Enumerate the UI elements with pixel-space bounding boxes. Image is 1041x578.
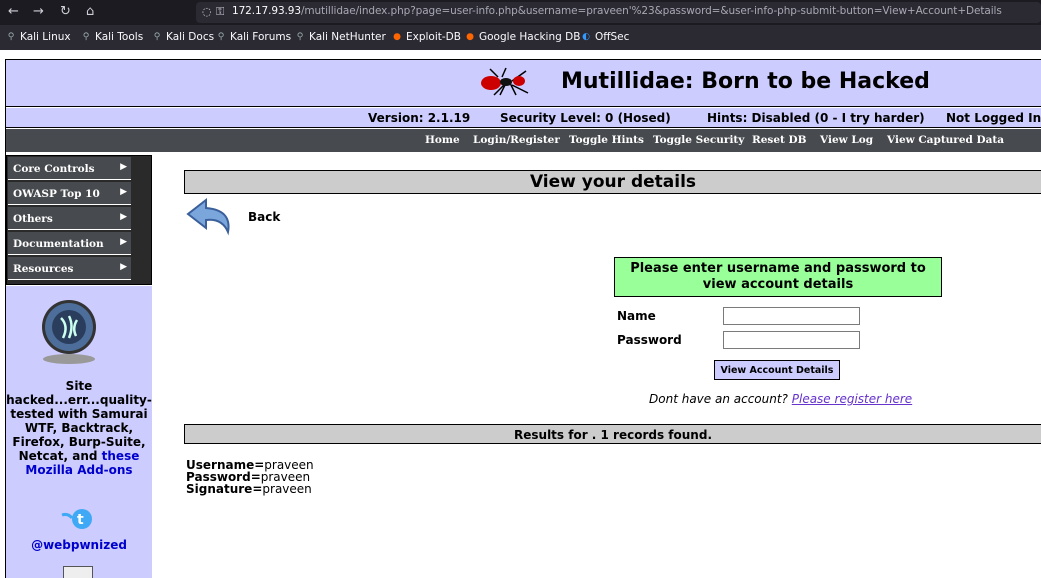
version-text: Version: 2.1.19 (368, 111, 471, 125)
site-title: Mutillidae: Born to be Hacked (561, 69, 930, 94)
sidebar-item-owasp-top-10[interactable]: OWASP Top 10 ▶ (8, 182, 131, 205)
kali-dragon-icon: ⚲ (296, 31, 304, 42)
address-bar[interactable]: ◌ ⚿ 172.17.93.93/mutillidae/index.php?pa… (196, 2, 1041, 23)
exploit-db-icon: ● (466, 31, 474, 42)
bookmark-label: Kali Forums (230, 31, 292, 43)
ant-logo-icon (481, 67, 529, 96)
password-label: Password (617, 333, 682, 347)
sidebar-item-label: OWASP Top 10 (13, 188, 100, 200)
menu-toggle-security[interactable]: Toggle Security (653, 134, 744, 146)
kali-dragon-icon: ⚲ (217, 31, 225, 42)
result-value: praveen (262, 482, 312, 496)
password-input[interactable] (723, 331, 860, 349)
offsec-icon: ◐ (582, 31, 590, 42)
page-content: Mutillidae: Born to be Hacked Version: 2… (0, 50, 1041, 578)
sidebar-menu: Core Controls ▶ OWASP Top 10 ▶ Others ▶ Doc… (6, 155, 152, 285)
exploit-db-icon: ● (393, 31, 401, 42)
chevron-right-icon: ▶ (120, 187, 127, 197)
lock-icon[interactable]: ⚿ (216, 5, 224, 19)
bookmark-kali-forums[interactable]: ⚲ Kali Forums (216, 31, 291, 43)
results-header: Results for . 1 records found. (184, 424, 1041, 444)
name-label: Name (617, 309, 656, 323)
security-level-text: Security Level: 0 (Hosed) (500, 111, 671, 125)
bookmark-google-hacking-db[interactable]: ● Google Hacking DB (465, 31, 580, 43)
result-signature: Signature=praveen (186, 483, 312, 495)
url-path: /mutillidae/index.php?page=user-info.php… (300, 5, 1002, 17)
bookmark-kali-linux[interactable]: ⚲ Kali Linux (6, 31, 71, 43)
result-key: Signature= (186, 482, 263, 496)
sidebar-item-label: Core Controls (13, 163, 95, 175)
browser-toolbar: ← → ↻ ⌂ ◌ ⚿ 172.17.93.93/mutillidae/inde… (0, 0, 1041, 25)
owasp-logo-icon[interactable] (36, 298, 102, 364)
url-text: 172.17.93.93/mutillidae/index.php?page=u… (232, 5, 1002, 17)
sidebar-item-label: Resources (13, 263, 74, 275)
bookmark-kali-nethunter[interactable]: ⚲ Kali NetHunter (295, 31, 386, 43)
kali-dragon-icon: ⚲ (153, 31, 161, 42)
home-icon[interactable]: ⌂ (86, 4, 94, 19)
sidebar-item-label: Documentation (13, 238, 104, 250)
twitter-handle-link[interactable]: @webpwnized (6, 538, 152, 552)
register-prompt: Dont have an account? Please register he… (649, 392, 912, 406)
menu-reset-db[interactable]: Reset DB (752, 134, 806, 146)
site-credits: Site hacked...err...quality-tested with … (6, 379, 152, 477)
bookmark-label: Exploit-DB (406, 31, 461, 43)
name-input[interactable] (723, 307, 860, 325)
bookmark-label: Google Hacking DB (479, 31, 581, 43)
bookmark-offsec[interactable]: ◐ OffSec (581, 31, 629, 43)
status-bar: Version: 2.1.19 Security Level: 0 (Hosed… (6, 108, 1041, 128)
hints-text: Hints: Disabled (0 - I try harder) (707, 111, 925, 125)
bookmark-label: Kali Docs (166, 31, 215, 43)
register-prefix: Dont have an account? (649, 392, 788, 406)
form-instructions: Please enter username and password to vi… (614, 257, 942, 297)
document-icon[interactable] (63, 566, 93, 578)
twitter-bird-icon[interactable]: t (60, 505, 96, 533)
kali-dragon-icon: ⚲ (7, 31, 15, 42)
shield-icon[interactable]: ◌ (202, 5, 212, 18)
register-link[interactable]: Please register here (792, 392, 912, 406)
bookmarks-bar: ⚲ Kali Linux ⚲ Kali Tools ⚲ Kali Docs ⚲ Kali… (0, 25, 1041, 50)
url-host: 172.17.93.93 (232, 5, 301, 17)
bookmark-label: OffSec (595, 31, 630, 43)
forward-nav-icon[interactable]: → (33, 4, 44, 19)
reload-icon[interactable]: ↻ (60, 4, 71, 19)
bookmark-kali-docs[interactable]: ⚲ Kali Docs (152, 31, 214, 43)
chevron-right-icon: ▶ (120, 262, 127, 272)
back-link[interactable]: Back (248, 210, 280, 224)
bookmark-label: Kali Linux (20, 31, 71, 43)
bookmark-label: Kali Tools (95, 31, 144, 43)
menu-login-register[interactable]: Login/Register (473, 134, 560, 146)
sidebar-item-documentation[interactable]: Documentation ▶ (8, 232, 131, 255)
view-account-details-button[interactable]: View Account Details (714, 360, 840, 380)
back-nav-icon[interactable]: ← (8, 4, 19, 19)
chevron-right-icon: ▶ (120, 237, 127, 247)
bookmark-label: Kali NetHunter (309, 31, 386, 43)
bookmark-kali-tools[interactable]: ⚲ Kali Tools (81, 31, 143, 43)
menu-view-captured-data[interactable]: View Captured Data (887, 134, 1004, 146)
page-title: View your details (184, 170, 1041, 194)
menu-toggle-hints[interactable]: Toggle Hints (569, 134, 644, 146)
back-arrow-icon[interactable] (186, 196, 236, 240)
menu-home[interactable]: Home (425, 134, 460, 146)
menu-view-log[interactable]: View Log (820, 134, 873, 146)
bookmark-exploit-db[interactable]: ● Exploit-DB (392, 31, 461, 43)
sidebar-item-core-controls[interactable]: Core Controls ▶ (8, 157, 131, 180)
sidebar-item-resources[interactable]: Resources ▶ (8, 257, 131, 280)
chevron-right-icon: ▶ (120, 162, 127, 172)
chevron-right-icon: ▶ (120, 212, 127, 222)
sidebar-item-others[interactable]: Others ▶ (8, 207, 131, 230)
sidebar-item-label: Others (13, 213, 53, 225)
login-status-text: Not Logged In (946, 111, 1041, 125)
top-menu: Home Login/Register Toggle Hints Toggle … (6, 129, 1041, 152)
svg-text:t: t (77, 512, 84, 528)
kali-dragon-icon: ⚲ (82, 31, 90, 42)
